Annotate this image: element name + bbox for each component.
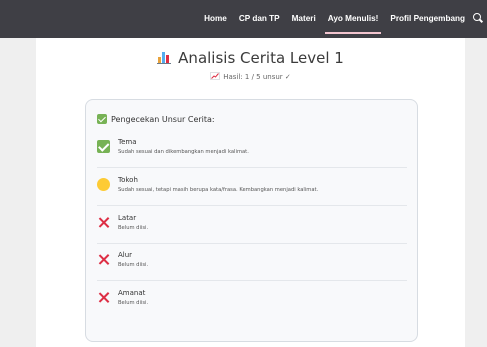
- element-name: Amanat: [118, 289, 146, 297]
- nav-cp-dan-tp[interactable]: CP dan TP: [239, 14, 280, 23]
- divider: [97, 205, 407, 206]
- element-description: Sudah sesuai dan dikembangkan menjadi ka…: [118, 149, 249, 155]
- check-panel-title: Pengecekan Unsur Cerita:: [97, 114, 215, 124]
- search-icon[interactable]: [473, 13, 483, 23]
- cross-mark-icon: [97, 216, 110, 229]
- element-description: Sudah sesuai, tetapi masih berupa kata/f…: [118, 187, 319, 193]
- nav-profil-pengembang[interactable]: Profil Pengembang: [390, 14, 465, 23]
- element-description: Belum diisi.: [118, 262, 149, 268]
- element-name: Tokoh: [118, 176, 138, 184]
- page-title: Analisis Cerita Level 1: [178, 49, 344, 67]
- nav-ayo-menulis[interactable]: Ayo Menulis!: [324, 14, 382, 34]
- bar-chart-icon: [157, 51, 172, 64]
- element-name: Latar: [118, 214, 137, 222]
- check-box-icon: [97, 140, 110, 153]
- trend-up-icon: [210, 72, 221, 80]
- nav-materi[interactable]: Materi: [292, 14, 316, 23]
- divider: [97, 280, 407, 281]
- main-nav: Home CP dan TP Materi Ayo Menulis! Profi…: [192, 0, 483, 36]
- element-name: Alur: [118, 251, 133, 259]
- top-navigation-bar: Home CP dan TP Materi Ayo Menulis! Profi…: [0, 0, 487, 38]
- page-header: Analisis Cerita Level 1: [36, 48, 465, 67]
- divider: [97, 167, 407, 168]
- cross-mark-icon: [97, 253, 110, 266]
- check-panel-title-text: Pengecekan Unsur Cerita:: [111, 114, 215, 124]
- nav-home[interactable]: Home: [204, 14, 227, 23]
- element-description: Belum diisi.: [118, 225, 149, 231]
- result-text: Hasil: 1 / 5 unsur ✓: [223, 73, 291, 81]
- divider: [97, 243, 407, 244]
- result-summary: Hasil: 1 / 5 unsur ✓: [36, 72, 465, 81]
- element-description: Belum diisi.: [118, 300, 149, 306]
- cross-mark-icon: [97, 291, 110, 304]
- check-box-icon: [97, 114, 107, 124]
- element-name: Tema: [118, 138, 137, 146]
- yellow-circle-icon: [97, 178, 110, 191]
